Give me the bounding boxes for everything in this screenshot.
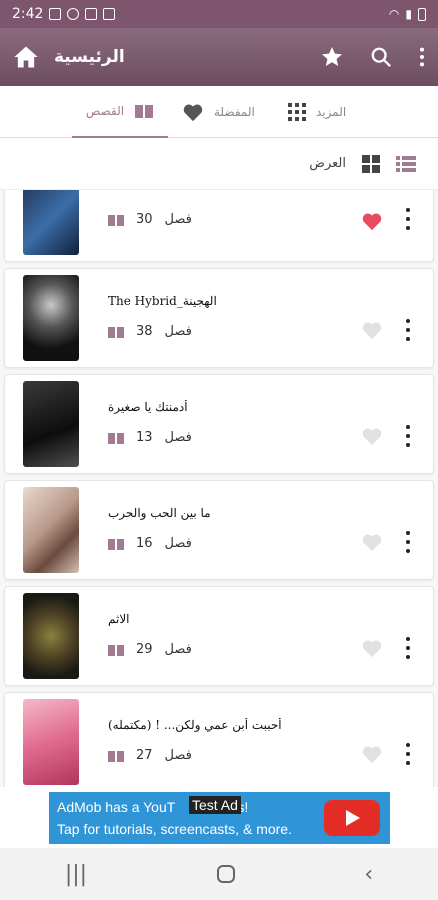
heart-icon[interactable]	[361, 211, 383, 231]
story-card[interactable]: أدمنتك يا صغيرة 13 فصل	[4, 374, 434, 474]
story-cover	[23, 487, 79, 573]
view-label: العرض	[309, 156, 346, 171]
book-icon	[108, 644, 124, 656]
chapter-count: 29	[136, 642, 153, 657]
page-title: الرئيسية	[54, 47, 125, 67]
story-cover	[23, 593, 79, 679]
gallery-icon	[85, 8, 98, 20]
story-card[interactable]: ما بين الحب والحرب 16 فصل	[4, 480, 434, 580]
chapter-count: 27	[136, 748, 153, 763]
chapter-label: فصل	[164, 430, 192, 445]
star-icon[interactable]	[320, 45, 344, 69]
recent-apps-icon[interactable]: |||	[65, 862, 87, 887]
story-card[interactable]: الاثم 29 فصل	[4, 586, 434, 686]
heart-icon[interactable]	[361, 532, 383, 552]
story-card[interactable]: أحببت أبن عمي ولكن... ! (مكتمله) 27 فصل	[4, 692, 434, 787]
story-title: أحببت أبن عمي ولكن... ! (مكتمله)	[108, 718, 282, 732]
story-menu-icon[interactable]	[403, 531, 413, 553]
battery-icon	[418, 7, 426, 21]
back-icon[interactable]: ‹	[364, 862, 373, 887]
facebook-icon	[67, 8, 80, 20]
book-icon	[108, 214, 124, 226]
system-nav-bar: ||| ‹	[0, 848, 438, 900]
chapter-count: 13	[136, 430, 153, 445]
tab-more-label: المزيد	[316, 105, 347, 119]
youtube-play-icon	[324, 800, 380, 836]
chapter-label: فصل	[164, 324, 192, 339]
home-button-icon[interactable]	[216, 865, 235, 883]
grid-view-icon[interactable]	[362, 154, 380, 173]
book-icon	[108, 750, 124, 762]
story-title: أدمنتك يا صغيرة	[108, 400, 188, 414]
heart-icon[interactable]	[361, 744, 383, 764]
admob-banner[interactable]: AdMob has a YouT s! Tap for tutorials, sc…	[49, 792, 390, 844]
story-cover	[23, 275, 79, 361]
story-menu-icon[interactable]	[403, 637, 413, 659]
view-toggle-bar: العرض	[0, 138, 438, 190]
chapter-count: 38	[136, 324, 153, 339]
tab-stories-label: القصص	[85, 104, 125, 118]
heart-icon	[183, 104, 203, 122]
story-list: 30 فصل The Hybrid_الهجينة 38 فصل أدمنتك …	[0, 190, 438, 787]
heart-icon[interactable]	[361, 638, 383, 658]
heart-icon[interactable]	[361, 320, 383, 340]
status-bar: 2:42 ◠ ▮	[0, 0, 438, 28]
test-ad-badge: Test Ad	[189, 796, 241, 814]
story-menu-icon[interactable]	[403, 208, 413, 230]
chapter-label: فصل	[164, 748, 192, 763]
notification-icon	[49, 8, 62, 20]
story-menu-icon[interactable]	[403, 425, 413, 447]
grid-icon	[288, 103, 306, 121]
story-menu-icon[interactable]	[403, 319, 413, 341]
chapter-count: 30	[136, 212, 153, 227]
story-card[interactable]: 30 فصل	[4, 190, 434, 262]
chapter-label: فصل	[164, 212, 192, 227]
status-time: 2:42	[12, 6, 44, 22]
tab-favorites[interactable]: المفضلة	[182, 86, 262, 138]
tab-stories[interactable]: القصص	[72, 86, 168, 138]
heart-icon[interactable]	[361, 426, 383, 446]
book-icon	[108, 538, 124, 550]
overflow-menu-icon[interactable]	[418, 46, 426, 68]
wifi-icon: ◠	[388, 7, 400, 21]
tab-more[interactable]: المزيد	[288, 86, 368, 138]
tab-bar: القصص المفضلة المزيد	[0, 86, 438, 138]
list-view-icon[interactable]	[396, 155, 416, 172]
home-icon[interactable]	[12, 43, 40, 71]
tab-favorites-label: المفضلة	[214, 105, 255, 119]
book-icon	[135, 105, 154, 118]
youtube-icon	[103, 8, 116, 20]
signal-icon: ▮	[405, 7, 412, 21]
search-icon[interactable]	[370, 46, 392, 68]
story-cover	[23, 190, 79, 255]
story-cover	[23, 381, 79, 467]
book-icon	[108, 326, 124, 338]
chapter-count: 16	[136, 536, 153, 551]
story-title: ما بين الحب والحرب	[108, 506, 211, 520]
story-menu-icon[interactable]	[403, 743, 413, 765]
chapter-label: فصل	[164, 536, 192, 551]
book-icon	[108, 432, 124, 444]
story-title: The Hybrid_الهجينة	[108, 294, 217, 308]
story-title: الاثم	[108, 612, 130, 626]
app-bar: الرئيسية	[0, 28, 438, 86]
story-cover	[23, 699, 79, 785]
chapter-label: فصل	[164, 642, 192, 657]
story-card[interactable]: The Hybrid_الهجينة 38 فصل	[4, 268, 434, 368]
